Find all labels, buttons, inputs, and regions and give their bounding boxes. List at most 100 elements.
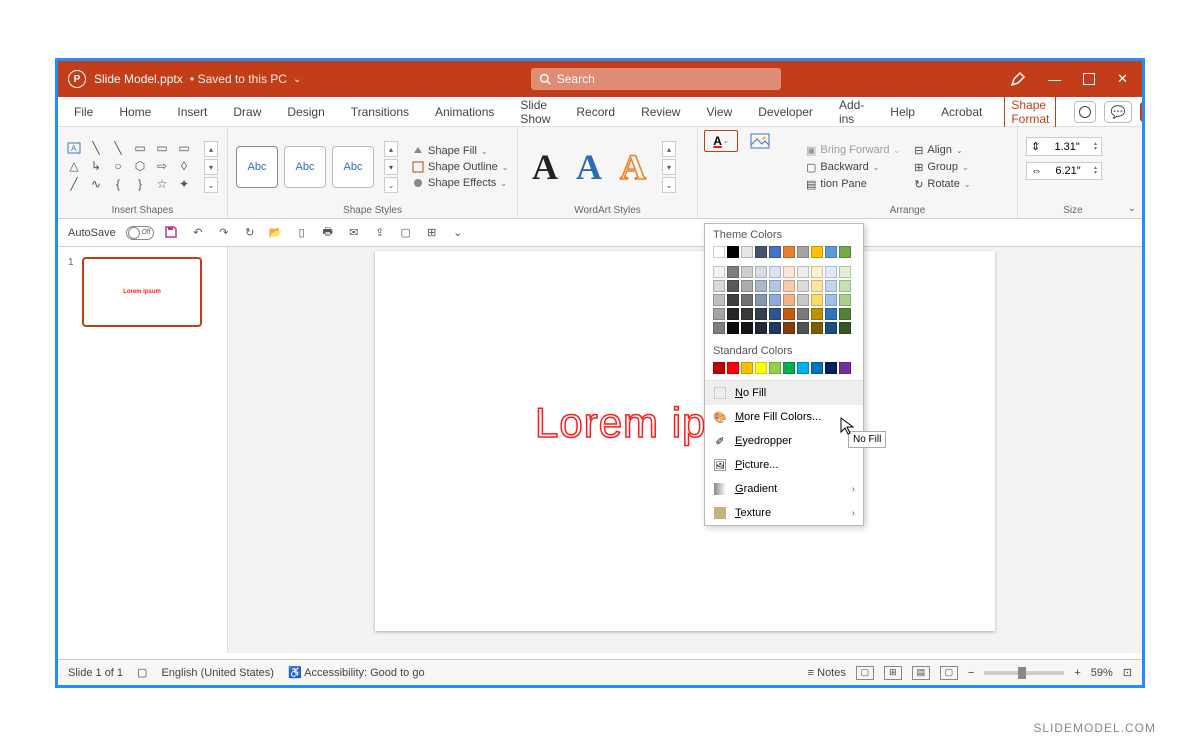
picture-fill-item[interactable]: 🖼 Picture... [705, 453, 863, 477]
color-swatch[interactable] [741, 246, 753, 258]
tab-draw[interactable]: Draw [229, 102, 265, 122]
gallery-scroll[interactable]: ▴▾⌄ [204, 141, 218, 193]
color-swatch[interactable] [755, 246, 767, 258]
shape-outline-button[interactable]: Shape Outline⌄ [412, 161, 508, 173]
color-swatch[interactable] [713, 362, 725, 374]
collapse-ribbon-icon[interactable]: ⌄ [1128, 203, 1136, 214]
tab-addins[interactable]: Add-ins [835, 95, 868, 129]
accessibility-status[interactable]: ♿ Accessibility: Good to go [288, 666, 425, 679]
connector-icon[interactable]: ↳ [88, 159, 104, 173]
color-swatch[interactable] [741, 266, 753, 278]
color-swatch[interactable] [825, 362, 837, 374]
plus-icon[interactable]: ✦ [176, 177, 192, 191]
color-swatch[interactable] [825, 294, 837, 306]
color-swatch[interactable] [713, 246, 725, 258]
rect2-icon[interactable]: ▭ [154, 141, 170, 155]
minimize-button[interactable]: — [1048, 72, 1061, 87]
slide-text[interactable]: Lorem ip [535, 399, 706, 447]
circle-icon[interactable]: ○ [110, 159, 126, 173]
color-swatch[interactable] [839, 280, 851, 292]
brace-l-icon[interactable]: { [110, 177, 126, 191]
style-preset-1[interactable]: Abc [236, 146, 278, 188]
no-fill-item[interactable]: No Fill [705, 381, 863, 405]
color-swatch[interactable] [741, 362, 753, 374]
comments-button[interactable]: 💬 [1104, 101, 1132, 123]
reading-view-button[interactable]: ▤ [912, 666, 930, 680]
tab-developer[interactable]: Developer [754, 102, 817, 122]
autosave-toggle[interactable]: Off [126, 226, 154, 240]
color-swatch[interactable] [783, 308, 795, 320]
color-swatch[interactable] [713, 266, 725, 278]
repeat-icon[interactable]: ↻ [242, 225, 258, 241]
brace-r-icon[interactable]: } [132, 177, 148, 191]
tab-review[interactable]: Review [637, 102, 684, 122]
color-swatch[interactable] [755, 308, 767, 320]
color-swatch[interactable] [727, 246, 739, 258]
color-swatch[interactable] [811, 266, 823, 278]
pencil-icon[interactable] [1010, 71, 1026, 87]
normal-view-button[interactable]: ▢ [856, 666, 874, 680]
open-icon[interactable]: 📂 [268, 225, 284, 241]
color-swatch[interactable] [783, 280, 795, 292]
color-swatch[interactable] [713, 308, 725, 320]
rect3-icon[interactable]: ▭ [176, 141, 192, 155]
color-swatch[interactable] [727, 362, 739, 374]
close-button[interactable]: ✕ [1117, 71, 1128, 87]
notes-button[interactable]: ≡ Notes [808, 667, 846, 679]
shape-fill-button[interactable]: Shape Fill⌄ [412, 145, 508, 157]
tab-home[interactable]: Home [115, 102, 155, 122]
color-swatch[interactable] [811, 294, 823, 306]
tab-acrobat[interactable]: Acrobat [937, 102, 986, 122]
color-swatch[interactable] [797, 308, 809, 320]
color-swatch[interactable] [727, 294, 739, 306]
rotate-button[interactable]: ↻ Rotate ⌄ [914, 178, 970, 191]
zoom-out-button[interactable]: − [968, 667, 974, 679]
color-swatch[interactable] [811, 308, 823, 320]
tab-animations[interactable]: Animations [431, 102, 498, 122]
color-swatch[interactable] [727, 280, 739, 292]
tab-design[interactable]: Design [283, 102, 328, 122]
line3-icon[interactable]: ╱ [66, 177, 82, 191]
triangle-icon[interactable]: △ [66, 159, 82, 173]
selection-pane-button[interactable]: ▤ tion Pane [806, 178, 900, 191]
slide-canvas-area[interactable]: Lorem ip [228, 247, 1142, 653]
slide-icon[interactable]: ⊞ [424, 225, 440, 241]
maximize-button[interactable] [1083, 73, 1095, 85]
tab-transitions[interactable]: Transitions [347, 102, 413, 122]
tab-record[interactable]: Record [572, 102, 619, 122]
color-swatch[interactable] [825, 280, 837, 292]
tab-help[interactable]: Help [886, 102, 919, 122]
color-swatch[interactable] [713, 322, 725, 334]
color-swatch[interactable] [769, 246, 781, 258]
sorter-view-button[interactable]: ⊞ [884, 666, 902, 680]
color-swatch[interactable] [825, 308, 837, 320]
bring-forward-button[interactable]: ▣ Bring Forward ⌄ [806, 144, 900, 157]
slideshow-view-button[interactable]: ▢ [940, 666, 958, 680]
wordart-scroll[interactable]: ▴▾⌄ [662, 141, 676, 193]
line-icon[interactable]: ╲ [88, 141, 104, 155]
align-button[interactable]: ⊟ Align ⌄ [914, 144, 970, 157]
color-swatch[interactable] [783, 322, 795, 334]
color-swatch[interactable] [797, 266, 809, 278]
height-input[interactable]: ⇕ 1.31"▴▾ [1026, 137, 1102, 156]
color-swatch[interactable] [727, 308, 739, 320]
color-swatch[interactable] [783, 266, 795, 278]
color-swatch[interactable] [783, 362, 795, 374]
record-button[interactable] [1074, 101, 1096, 123]
color-swatch[interactable] [755, 294, 767, 306]
color-swatch[interactable] [825, 246, 837, 258]
texture-item[interactable]: Texture › [705, 501, 863, 525]
width-input[interactable]: ⇔ 6.21"▴▾ [1026, 162, 1102, 180]
shape-gallery[interactable]: A ╲ ╲ ▭ ▭ ▭ △ ↳ ○ ⬡ ⇨ ◊ ╱ ∿ { } ☆ [66, 141, 194, 193]
color-swatch[interactable] [769, 322, 781, 334]
color-swatch[interactable] [839, 322, 851, 334]
color-swatch[interactable] [769, 362, 781, 374]
color-swatch[interactable] [741, 294, 753, 306]
tab-slideshow[interactable]: Slide Show [516, 95, 554, 129]
wordart-preset-2[interactable]: A [570, 146, 608, 188]
color-swatch[interactable] [755, 322, 767, 334]
new-icon[interactable]: ▯ [294, 225, 310, 241]
hexagon-icon[interactable]: ⬡ [132, 159, 148, 173]
star-icon[interactable]: ☆ [154, 177, 170, 191]
language-indicator[interactable]: English (United States) [161, 667, 274, 679]
